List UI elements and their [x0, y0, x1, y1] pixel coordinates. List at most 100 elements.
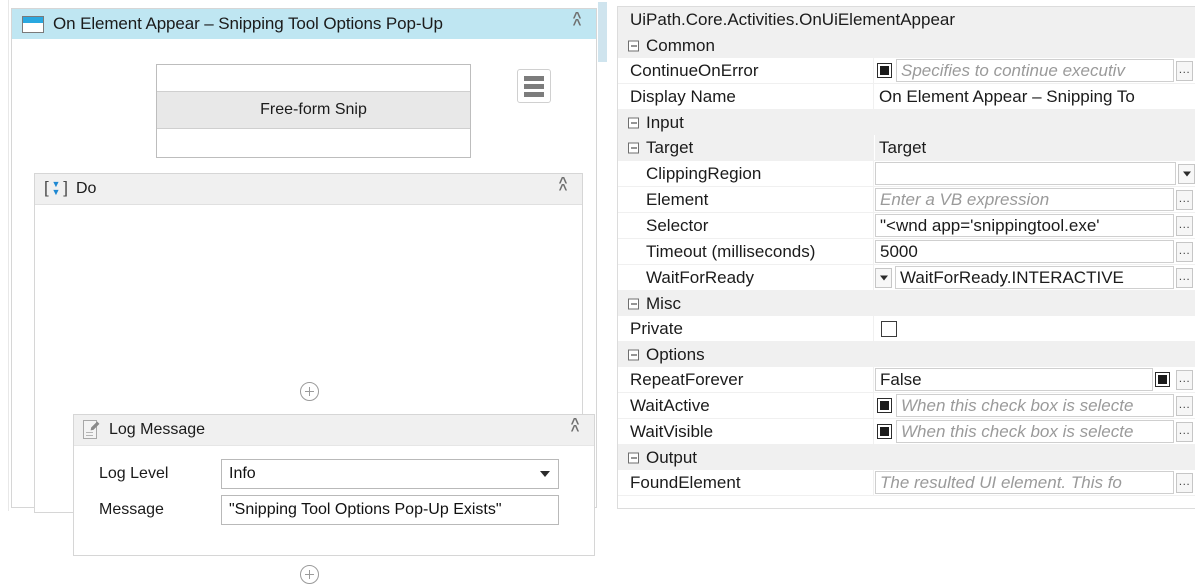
- do-sequence-header[interactable]: [ ▼ ▼ ] Do ^ ^: [35, 174, 582, 205]
- checkbox-repeat-forever[interactable]: [1155, 372, 1170, 387]
- ellipsis-button-wait-active[interactable]: …: [1176, 395, 1193, 416]
- target-preview-selected-item[interactable]: Free-form Snip: [157, 91, 470, 129]
- collapse-expander-icon-output[interactable]: [628, 452, 639, 463]
- do-collapse-double-chevron-up-icon[interactable]: ^ ^: [553, 175, 573, 199]
- property-row-continue-on-error[interactable]: ContinueOnError Specifies to continue ex…: [618, 58, 1195, 84]
- log-level-select[interactable]: Info: [221, 459, 559, 489]
- ellipsis-button-selector[interactable]: …: [1176, 215, 1193, 236]
- property-row-private[interactable]: Private: [618, 316, 1195, 342]
- property-row-element[interactable]: Element Enter a VB expression …: [618, 187, 1195, 213]
- ellipsis-button-wait-visible[interactable]: …: [1176, 421, 1193, 442]
- collapse-expander-icon[interactable]: [628, 40, 639, 51]
- menu-bar-2: [524, 83, 544, 89]
- wait-for-ready-input[interactable]: WaitForReady.INTERACTIVE: [895, 266, 1174, 289]
- double-chevron-up-icon[interactable]: ^ ^: [567, 10, 587, 34]
- wait-visible-input[interactable]: When this check box is selecte: [896, 420, 1174, 443]
- chevron-down-icon-wait-for-ready[interactable]: [875, 267, 892, 288]
- target-element-preview[interactable]: Free-form Snip: [156, 64, 471, 158]
- ellipsis-button-wait-for-ready[interactable]: …: [1176, 267, 1193, 288]
- category-label-output: Output: [646, 448, 698, 467]
- property-row-wait-visible[interactable]: WaitVisible When this check box is selec…: [618, 419, 1195, 445]
- checkbox-private[interactable]: [881, 320, 897, 337]
- repeat-forever-input[interactable]: False: [875, 368, 1153, 391]
- ellipsis-button-repeat-forever[interactable]: …: [1176, 369, 1193, 390]
- ellipsis-button-timeout[interactable]: …: [1176, 241, 1193, 262]
- wait-active-input[interactable]: When this check box is selecte: [896, 394, 1174, 417]
- property-value-clipping-region[interactable]: [875, 161, 1195, 186]
- property-row-repeat-forever[interactable]: RepeatForever False …: [618, 367, 1195, 393]
- collapse-expander-icon-options[interactable]: [628, 349, 639, 360]
- target-preview-selected-label: Free-form Snip: [260, 101, 367, 118]
- property-row-display-name[interactable]: Display Name On Element Appear – Snippin…: [618, 84, 1195, 110]
- on-element-appear-header[interactable]: On Element Appear – Snipping Tool Option…: [12, 9, 596, 39]
- log-message-title: Log Message: [109, 421, 206, 438]
- hamburger-menu-icon[interactable]: [517, 69, 551, 103]
- selector-input[interactable]: "<wnd app='snippingtool.exe': [875, 214, 1174, 237]
- chevron-down-icon-clipping-region[interactable]: [1178, 163, 1195, 184]
- clipping-region-input[interactable]: [875, 162, 1176, 185]
- ellipsis-button-element[interactable]: …: [1176, 189, 1193, 210]
- timeout-input[interactable]: 5000: [875, 240, 1174, 263]
- message-label: Message: [99, 501, 164, 518]
- checkbox-wait-visible[interactable]: [877, 424, 892, 439]
- log-level-field-row: Log Level Info: [99, 459, 559, 489]
- property-value-wait-for-ready[interactable]: WaitForReady.INTERACTIVE …: [875, 265, 1195, 290]
- properties-scrollbar-thumb[interactable]: [598, 2, 607, 62]
- on-element-appear-activity-card[interactable]: On Element Appear – Snipping Tool Option…: [11, 8, 597, 584]
- add-activity-below-icon[interactable]: [300, 565, 319, 584]
- message-input[interactable]: "Snipping Tool Options Pop-Up Exists": [221, 495, 559, 525]
- category-header-input[interactable]: Input: [618, 110, 1195, 135]
- continue-on-error-input[interactable]: Specifies to continue executiv: [896, 59, 1174, 82]
- add-activity-above-icon[interactable]: [300, 382, 319, 401]
- log-message-activity-card[interactable]: Log Message ^ ^ Log Level Info Message "…: [73, 414, 595, 556]
- checkbox-wait-active[interactable]: [877, 398, 892, 413]
- window-icon: [22, 15, 44, 33]
- do-sequence-container[interactable]: [ ▼ ▼ ] Do ^ ^ Log Message ^ ^ Log Level…: [34, 173, 595, 584]
- property-label-found-element: FoundElement: [618, 470, 874, 495]
- category-header-misc[interactable]: Misc: [618, 291, 1195, 316]
- properties-panel-scrollbar[interactable]: [598, 0, 608, 511]
- category-label-input: Input: [646, 113, 684, 132]
- category-label-misc: Misc: [646, 294, 681, 313]
- property-value-wait-visible[interactable]: When this check box is selecte …: [875, 419, 1195, 444]
- collapse-expander-icon-misc[interactable]: [628, 298, 639, 309]
- log-collapse-double-chevron-up-icon[interactable]: ^ ^: [565, 416, 585, 440]
- do-sequence-title: Do: [76, 180, 97, 197]
- property-label-wait-for-ready: WaitForReady: [618, 265, 874, 290]
- property-label-private: Private: [618, 316, 874, 341]
- property-value-wait-active[interactable]: When this check box is selecte …: [875, 393, 1195, 418]
- category-header-output[interactable]: Output: [618, 445, 1195, 470]
- checkbox-continue-on-error[interactable]: [877, 63, 892, 78]
- ellipsis-button-found-element[interactable]: …: [1176, 472, 1193, 493]
- property-value-continue-on-error[interactable]: Specifies to continue executiv …: [875, 58, 1195, 83]
- property-row-selector[interactable]: Selector "<wnd app='snippingtool.exe' …: [618, 213, 1195, 239]
- property-row-clipping-region[interactable]: ClippingRegion: [618, 161, 1195, 187]
- collapse-expander-icon-target[interactable]: [628, 142, 639, 153]
- property-row-wait-active[interactable]: WaitActive When this check box is select…: [618, 393, 1195, 419]
- menu-bar-3: [524, 91, 544, 97]
- property-row-found-element[interactable]: FoundElement The resulted UI element. Th…: [618, 470, 1195, 496]
- log-message-header[interactable]: Log Message ^ ^: [74, 415, 594, 446]
- property-value-display-name[interactable]: On Element Appear – Snipping To: [875, 84, 1195, 109]
- property-value-timeout[interactable]: 5000 …: [875, 239, 1195, 264]
- property-value-repeat-forever[interactable]: False …: [875, 367, 1195, 392]
- property-value-selector[interactable]: "<wnd app='snippingtool.exe' …: [875, 213, 1195, 238]
- display-name-value[interactable]: On Element Appear – Snipping To: [875, 84, 1135, 109]
- category-header-common[interactable]: Common: [618, 33, 1195, 58]
- log-level-label: Log Level: [99, 465, 169, 482]
- property-value-found-element[interactable]: The resulted UI element. This fo …: [875, 470, 1195, 495]
- category-label-options: Options: [646, 345, 705, 364]
- property-value-private[interactable]: [875, 316, 1195, 341]
- found-element-input[interactable]: The resulted UI element. This fo: [875, 471, 1174, 494]
- property-row-wait-for-ready[interactable]: WaitForReady WaitForReady.INTERACTIVE …: [618, 265, 1195, 291]
- element-input[interactable]: Enter a VB expression: [875, 188, 1174, 211]
- property-value-target: Target: [875, 135, 1195, 160]
- property-row-target[interactable]: Target Target: [618, 135, 1195, 161]
- property-value-element[interactable]: Enter a VB expression …: [875, 187, 1195, 212]
- target-preview-row-blank-top: [157, 65, 470, 91]
- message-value: "Snipping Tool Options Pop-Up Exists": [229, 501, 502, 518]
- ellipsis-button-continue-on-error[interactable]: …: [1176, 60, 1193, 81]
- collapse-expander-icon-input[interactable]: [628, 117, 639, 128]
- category-header-options[interactable]: Options: [618, 342, 1195, 367]
- property-row-timeout[interactable]: Timeout (milliseconds) 5000 …: [618, 239, 1195, 265]
